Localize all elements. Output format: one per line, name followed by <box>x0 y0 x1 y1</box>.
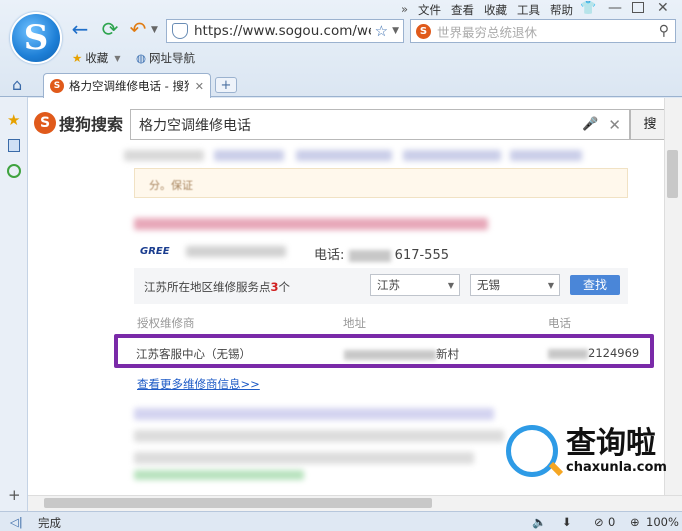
blocked-icon[interactable]: ⊘ <box>594 515 604 529</box>
blurred-nav-5 <box>510 150 582 161</box>
bookmark-nav[interactable]: ◍ 网址导航 <box>136 50 195 66</box>
column-dealer: 授权维修商 <box>137 316 195 330</box>
menu-more-icon[interactable]: » <box>396 2 413 18</box>
column-phone: 电话 <box>548 316 571 330</box>
search-icon[interactable]: ⚲ <box>659 23 669 39</box>
blurred-nav-4 <box>403 150 501 161</box>
menu-favorites[interactable]: 收藏 <box>479 2 512 18</box>
filter-label: 江苏所在地区维修服务点3个 <box>144 280 291 294</box>
menu-bar: » 文件 查看 收藏 工具 帮助 <box>396 2 578 18</box>
menu-help[interactable]: 帮助 <box>545 2 578 18</box>
sogou-search-engine-icon[interactable]: S <box>416 23 431 39</box>
phone-suffix: 617-555 <box>394 248 449 263</box>
blurred-result-2-line-1 <box>134 430 504 442</box>
watermark-zh: 查询啦 <box>566 425 656 461</box>
tab-title: 格力空调维修电话 - 搜狗 <box>69 79 189 93</box>
more-dealers-link[interactable]: 查看更多维修商信息>> <box>137 376 260 392</box>
province-dropdown-icon: ▼ <box>447 280 454 290</box>
close-icon[interactable]: ✕ <box>657 0 669 16</box>
tab-favicon: S <box>50 79 64 93</box>
notice-box: 分。保证 <box>134 168 628 198</box>
dealer-address: 新村 <box>344 346 459 362</box>
phone-mask <box>348 249 391 262</box>
clear-query-icon[interactable]: ✕ <box>608 116 621 134</box>
blurred-result-2-line-2 <box>134 452 474 464</box>
browser-search-box[interactable]: S 世界最穷总统退休 ⚲ <box>410 19 676 43</box>
dealer-phone: 2124969 <box>548 346 639 360</box>
zoom-icon[interactable]: ⊕ <box>630 515 640 529</box>
status-bar: ◁| 完成 🔈 ⬇ ⊘ 0 ⊕ 100% <box>0 511 682 531</box>
query-value[interactable]: 格力空调维修电话 <box>131 115 582 135</box>
bookmark-favorites-label: 收藏 <box>85 51 109 65</box>
blurred-nav-2 <box>214 150 284 161</box>
bookmark-nav-label: 网址导航 <box>149 51 196 65</box>
watermark: 查询啦 chaxunla.com <box>506 425 667 477</box>
blurred-nav-3 <box>296 150 392 161</box>
refresh-icon[interactable]: ⟳ <box>98 19 122 43</box>
blurred-nav-1 <box>124 150 204 161</box>
browser-search-placeholder: 世界最穷总统退休 <box>437 24 538 40</box>
undo-icon[interactable]: ↶ <box>126 19 150 43</box>
sidebar-add-icon[interactable]: + <box>8 486 21 504</box>
sogou-logo-icon: S <box>34 112 56 134</box>
address-url[interactable]: https://www.sogou.com/we <box>194 23 371 39</box>
address-dropdown-icon[interactable]: ▼ <box>392 26 399 36</box>
gree-brand-logo: GREE <box>140 246 170 257</box>
table-row: 江苏客服中心（无锡） 新村 2124969 <box>114 334 654 368</box>
blurred-result-2-title <box>134 408 494 420</box>
sogou-logo-text: 搜狗搜索 <box>59 115 124 134</box>
watermark-en: chaxunla.com <box>566 459 667 475</box>
bookmark-favorites[interactable]: ★ 收藏 ▼ <box>72 50 120 66</box>
bookmark-star-icon[interactable]: ☆ <box>375 22 388 40</box>
tab-close-icon[interactable]: ✕ <box>195 80 204 93</box>
city-select[interactable]: 无锡 ▼ <box>470 274 560 296</box>
home-icon[interactable]: ⌂ <box>12 75 22 94</box>
sogou-browser-logo: S <box>10 12 62 64</box>
menu-view[interactable]: 查看 <box>446 2 479 18</box>
sogou-search-logo[interactable]: S 搜狗搜索 <box>34 111 123 135</box>
sidebar-favorites-icon[interactable]: ★ <box>7 111 20 129</box>
menu-tools[interactable]: 工具 <box>512 2 545 18</box>
status-text: 完成 <box>38 516 61 530</box>
favorites-dropdown-icon[interactable]: ▼ <box>114 54 120 63</box>
sidebar-reader-icon[interactable] <box>8 139 20 152</box>
security-shield-icon <box>172 23 188 39</box>
horizontal-scroll-thumb[interactable] <box>44 498 432 508</box>
microphone-icon[interactable]: 🎤 <box>582 117 598 132</box>
query-input[interactable]: 格力空调维修电话 🎤 ✕ <box>130 109 630 140</box>
download-icon[interactable]: ⬇ <box>562 515 572 529</box>
province-select[interactable]: 江苏 ▼ <box>370 274 460 296</box>
maximize-icon[interactable] <box>632 2 644 13</box>
filter-bar: 江苏所在地区维修服务点3个 江苏 ▼ 无锡 ▼ 查找 <box>134 268 628 304</box>
watermark-magnifier-icon <box>506 425 558 477</box>
tab-active[interactable]: S 格力空调维修电话 - 搜狗 ✕ <box>43 73 211 98</box>
menu-file[interactable]: 文件 <box>413 2 446 18</box>
blurred-result-2-url <box>134 470 304 480</box>
blocked-count: 0 <box>608 515 616 529</box>
skin-icon[interactable]: 👕 <box>580 1 596 16</box>
back-icon[interactable]: ← <box>68 19 92 43</box>
speaker-icon[interactable]: 🔈 <box>532 515 546 529</box>
vertical-scroll-thumb[interactable] <box>667 150 678 198</box>
sidebar-history-icon[interactable] <box>7 164 21 178</box>
favorites-star-icon: ★ <box>72 51 83 65</box>
globe-icon: ◍ <box>136 51 147 65</box>
sidebar <box>0 97 28 512</box>
zoom-level[interactable]: 100% <box>646 515 679 529</box>
city-dropdown-icon: ▼ <box>547 280 554 290</box>
column-address: 地址 <box>343 316 366 330</box>
find-button[interactable]: 查找 <box>570 275 620 295</box>
dealer-name: 江苏客服中心（无锡） <box>136 347 251 361</box>
new-tab-button[interactable]: + <box>215 77 237 93</box>
undo-dropdown-icon[interactable]: ▼ <box>151 25 158 35</box>
minimize-icon[interactable]: — <box>608 0 622 16</box>
sidebar-toggle-icon[interactable]: ◁| <box>10 515 23 529</box>
blurred-brand-name <box>186 246 286 257</box>
address-bar[interactable]: https://www.sogou.com/we ☆ ▼ <box>166 19 404 43</box>
phone-line: 电话: 617-555 <box>314 244 449 263</box>
phone-label: 电话: <box>314 248 345 263</box>
blurred-result-title <box>134 218 488 230</box>
